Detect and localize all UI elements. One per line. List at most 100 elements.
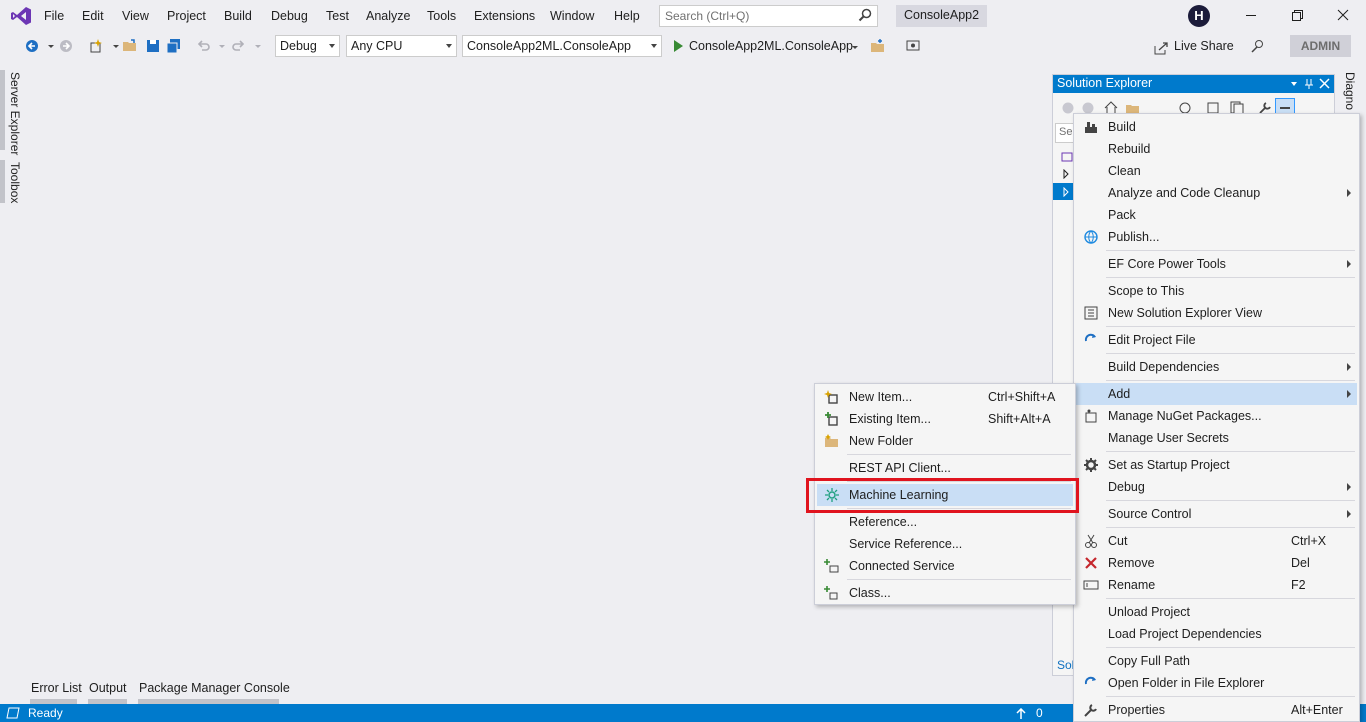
menu-file[interactable]: File xyxy=(44,8,64,24)
panel-menu-icon[interactable] xyxy=(1290,80,1298,88)
visual-studio-logo-icon[interactable] xyxy=(10,6,32,26)
menu-reference[interactable]: Reference... xyxy=(817,511,1073,533)
toolbox-tab[interactable]: Toolbox xyxy=(8,162,22,203)
menu-manage-user-secrets[interactable]: Manage User Secrets xyxy=(1076,427,1357,449)
close-icon[interactable] xyxy=(1335,7,1351,23)
menu-manage-nuget[interactable]: Manage NuGet Packages... xyxy=(1076,405,1357,427)
forward-icon[interactable] xyxy=(58,38,74,54)
error-list-tab[interactable]: Error List xyxy=(31,681,82,695)
screen-icon[interactable] xyxy=(905,38,921,54)
configuration-select[interactable]: Debug xyxy=(275,35,340,57)
server-explorer-tab[interactable]: Server Explorer xyxy=(8,72,22,155)
avatar[interactable]: H xyxy=(1188,5,1210,27)
menu-label: Open Folder in File Explorer xyxy=(1108,676,1265,690)
menu-separator xyxy=(1106,353,1355,354)
pin-icon[interactable] xyxy=(1304,78,1314,90)
redo-icon[interactable] xyxy=(230,38,246,54)
menu-rebuild[interactable]: Rebuild xyxy=(1076,138,1357,160)
menu-shortcut: Del xyxy=(1291,556,1310,570)
menu-window[interactable]: Window xyxy=(550,8,594,24)
menu-service-reference[interactable]: Service Reference... xyxy=(817,533,1073,555)
solution-explorer-footer-tab[interactable]: Sol xyxy=(1057,658,1074,672)
menu-set-startup-project[interactable]: Set as Startup Project xyxy=(1076,454,1357,476)
menu-extensions[interactable]: Extensions xyxy=(474,8,535,24)
menu-scope-to-this[interactable]: Scope to This xyxy=(1076,280,1357,302)
browse-folder-icon[interactable] xyxy=(870,38,886,54)
undo-icon[interactable] xyxy=(196,38,212,54)
live-share-button[interactable]: Live Share xyxy=(1174,39,1234,53)
globe-icon xyxy=(1084,230,1098,244)
menu-source-control[interactable]: Source Control xyxy=(1076,503,1357,525)
solution-name: ConsoleApp2 xyxy=(896,5,988,27)
menu-add[interactable]: Add xyxy=(1076,383,1357,405)
menu-cut[interactable]: Cut Ctrl+X xyxy=(1076,530,1357,552)
menu-label: Pack xyxy=(1108,208,1136,222)
feedback-icon[interactable] xyxy=(1250,38,1266,54)
minimize-icon[interactable] xyxy=(1243,7,1259,23)
menu-publish[interactable]: Publish... xyxy=(1076,226,1357,248)
menu-copy-full-path[interactable]: Copy Full Path xyxy=(1076,650,1357,672)
menu-rest-api-client[interactable]: REST API Client... xyxy=(817,457,1073,479)
startup-project-select[interactable]: ConsoleApp2ML.ConsoleApp xyxy=(462,35,662,57)
save-all-icon[interactable] xyxy=(166,38,182,54)
start-debugging-button[interactable]: ConsoleApp2ML.ConsoleApp xyxy=(689,39,853,53)
menu-tools[interactable]: Tools xyxy=(427,8,456,24)
new-project-icon[interactable] xyxy=(88,38,104,54)
platform-select[interactable]: Any CPU xyxy=(346,35,457,57)
menu-new-item[interactable]: New Item... Ctrl+Shift+A xyxy=(817,386,1073,408)
menu-help[interactable]: Help xyxy=(614,8,640,24)
menu-edit-project-file[interactable]: Edit Project File xyxy=(1076,329,1357,351)
undo-dropdown-icon[interactable] xyxy=(214,38,230,54)
menu-analyze-code-cleanup[interactable]: Analyze and Code Cleanup xyxy=(1076,182,1357,204)
panel-close-icon[interactable] xyxy=(1319,78,1330,89)
status-ready-icon xyxy=(6,707,20,719)
menu-existing-item[interactable]: Existing Item... Shift+Alt+A xyxy=(817,408,1073,430)
menu-project[interactable]: Project xyxy=(167,8,206,24)
menu-ef-core-power-tools[interactable]: EF Core Power Tools xyxy=(1076,253,1357,275)
menu-remove[interactable]: Remove Del xyxy=(1076,552,1357,574)
menu-new-folder[interactable]: New Folder xyxy=(817,430,1073,452)
expand-arrow-icon[interactable] xyxy=(1062,169,1070,179)
output-tab[interactable]: Output xyxy=(89,681,127,695)
menu-unload-project[interactable]: Unload Project xyxy=(1076,601,1357,623)
open-folder-icon[interactable] xyxy=(122,38,138,54)
package-manager-console-tab[interactable]: Package Manager Console xyxy=(139,681,290,695)
menu-build-dependencies[interactable]: Build Dependencies xyxy=(1076,356,1357,378)
diagnostic-tools-tab[interactable]: Diagno xyxy=(1343,72,1357,110)
menu-clean[interactable]: Clean xyxy=(1076,160,1357,182)
admin-badge[interactable]: ADMIN xyxy=(1290,35,1351,57)
save-icon[interactable] xyxy=(145,38,161,54)
restore-icon[interactable] xyxy=(1289,7,1305,23)
menu-label: Set as Startup Project xyxy=(1108,458,1230,472)
search-placeholder: Search (Ctrl+Q) xyxy=(665,9,750,23)
menu-shortcut: Shift+Alt+A xyxy=(988,412,1051,426)
back-dropdown-icon[interactable] xyxy=(43,38,59,54)
menu-connected-service[interactable]: Connected Service xyxy=(817,555,1073,577)
menu-debug[interactable]: Debug xyxy=(271,8,308,24)
menu-separator xyxy=(1106,277,1355,278)
menu-debug[interactable]: Debug xyxy=(1076,476,1357,498)
redo-dropdown-icon[interactable] xyxy=(250,38,266,54)
menu-load-project-dependencies[interactable]: Load Project Dependencies xyxy=(1076,623,1357,645)
menu-analyze[interactable]: Analyze xyxy=(366,8,410,24)
menu-edit[interactable]: Edit xyxy=(82,8,104,24)
menu-class[interactable]: Class... xyxy=(817,582,1073,604)
pending-changes-count[interactable]: 0 xyxy=(1036,706,1043,720)
expand-arrow-icon[interactable] xyxy=(1062,187,1070,197)
menu-new-solution-explorer-view[interactable]: New Solution Explorer View xyxy=(1076,302,1357,324)
menu-test[interactable]: Test xyxy=(326,8,349,24)
menu-view[interactable]: View xyxy=(122,8,149,24)
start-debugging-icon[interactable] xyxy=(672,39,684,53)
live-share-icon[interactable] xyxy=(1153,40,1169,56)
menu-label: New Folder xyxy=(849,434,913,448)
menu-pack[interactable]: Pack xyxy=(1076,204,1357,226)
run-dropdown-icon[interactable] xyxy=(850,42,860,52)
menu-build[interactable]: Build xyxy=(1076,116,1357,138)
back-icon[interactable] xyxy=(24,38,40,54)
menu-properties[interactable]: Properties Alt+Enter xyxy=(1076,699,1357,721)
menu-open-folder[interactable]: Open Folder in File Explorer xyxy=(1076,672,1357,694)
menu-build[interactable]: Build xyxy=(224,8,252,24)
search-input[interactable]: Search (Ctrl+Q) xyxy=(659,5,878,27)
menu-rename[interactable]: Rename F2 xyxy=(1076,574,1357,596)
connected-service-icon xyxy=(824,559,839,573)
